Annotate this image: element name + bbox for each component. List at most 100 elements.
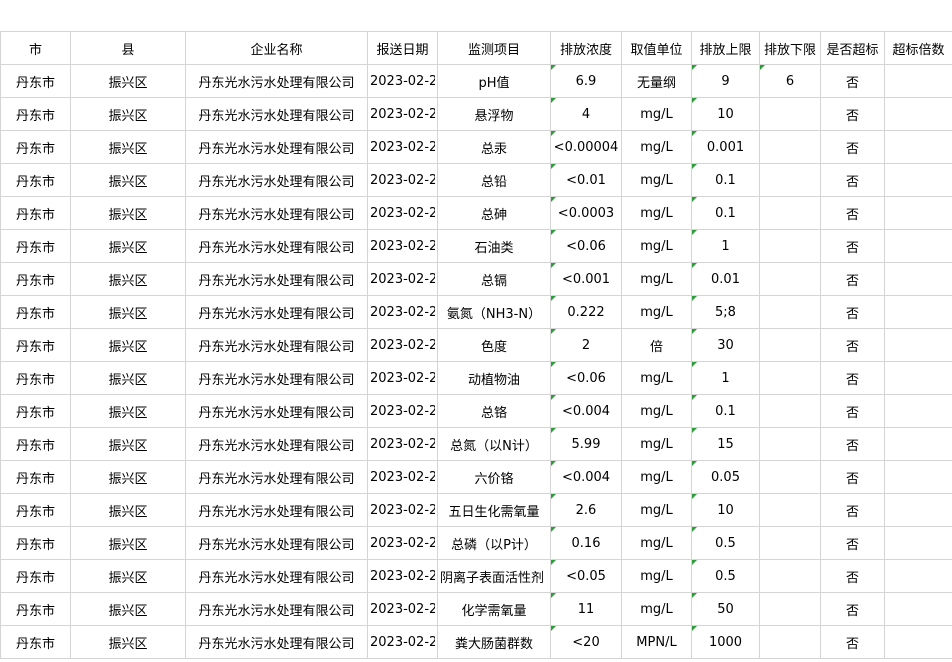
cell-exceed-ratio[interactable] (884, 130, 952, 164)
cell-county[interactable]: 振兴区 (70, 196, 186, 230)
cell-exceed-ratio[interactable] (884, 625, 952, 659)
cell-date[interactable]: 2023-02-21 (367, 229, 438, 263)
cell-unit[interactable]: mg/L (621, 394, 692, 428)
cell-upper-limit[interactable]: 0.1 (691, 163, 760, 197)
cell-exceed-ratio[interactable] (884, 163, 952, 197)
cell-concentration[interactable]: <20 (550, 625, 622, 659)
cell-date[interactable]: 2023-02-21 (367, 130, 438, 164)
cell-lower-limit[interactable]: 6 (759, 64, 821, 98)
cell-lower-limit[interactable] (759, 361, 821, 395)
cell-city[interactable]: 丹东市 (0, 295, 71, 329)
cell-date[interactable]: 2023-02-21 (367, 559, 438, 593)
header-cell-city[interactable]: 市 (0, 32, 71, 65)
cell-item[interactable]: 总氮（以N计） (437, 427, 551, 461)
cell-lower-limit[interactable] (759, 625, 821, 659)
cell-county[interactable]: 振兴区 (70, 559, 186, 593)
cell-lower-limit[interactable] (759, 97, 821, 131)
cell-company[interactable]: 丹东光水污水处理有限公司 (185, 427, 368, 461)
cell-exceeded[interactable]: 否 (820, 163, 885, 197)
cell-exceeded[interactable]: 否 (820, 625, 885, 659)
cell-lower-limit[interactable] (759, 526, 821, 560)
cell-upper-limit[interactable]: 5;8 (691, 295, 760, 329)
cell-company[interactable]: 丹东光水污水处理有限公司 (185, 460, 368, 494)
cell-upper-limit[interactable]: 30 (691, 328, 760, 362)
cell-company[interactable]: 丹东光水污水处理有限公司 (185, 625, 368, 659)
cell-city[interactable]: 丹东市 (0, 196, 71, 230)
cell-item[interactable]: 总砷 (437, 196, 551, 230)
cell-date[interactable]: 2023-02-21 (367, 460, 438, 494)
header-cell-upper-limit[interactable]: 排放上限 (691, 32, 760, 65)
cell-date[interactable]: 2023-02-21 (367, 262, 438, 296)
cell-unit[interactable]: mg/L (621, 493, 692, 527)
cell-date[interactable]: 2023-02-21 (367, 526, 438, 560)
cell-unit[interactable]: 无量纲 (621, 64, 692, 98)
cell-county[interactable]: 振兴区 (70, 592, 186, 626)
cell-lower-limit[interactable] (759, 493, 821, 527)
cell-county[interactable]: 振兴区 (70, 625, 186, 659)
cell-item[interactable]: 总磷（以P计） (437, 526, 551, 560)
cell-company[interactable]: 丹东光水污水处理有限公司 (185, 295, 368, 329)
cell-city[interactable]: 丹东市 (0, 262, 71, 296)
cell-county[interactable]: 振兴区 (70, 460, 186, 494)
cell-item[interactable]: 动植物油 (437, 361, 551, 395)
cell-concentration[interactable]: 6.9 (550, 64, 622, 98)
cell-county[interactable]: 振兴区 (70, 427, 186, 461)
cell-city[interactable]: 丹东市 (0, 328, 71, 362)
cell-upper-limit[interactable]: 10 (691, 493, 760, 527)
cell-date[interactable]: 2023-02-21 (367, 592, 438, 626)
cell-county[interactable]: 振兴区 (70, 394, 186, 428)
cell-upper-limit[interactable]: 10 (691, 97, 760, 131)
cell-upper-limit[interactable]: 0.5 (691, 526, 760, 560)
cell-county[interactable]: 振兴区 (70, 361, 186, 395)
cell-exceed-ratio[interactable] (884, 361, 952, 395)
cell-unit[interactable]: mg/L (621, 526, 692, 560)
cell-city[interactable]: 丹东市 (0, 592, 71, 626)
cell-exceeded[interactable]: 否 (820, 592, 885, 626)
cell-city[interactable]: 丹东市 (0, 361, 71, 395)
cell-company[interactable]: 丹东光水污水处理有限公司 (185, 64, 368, 98)
cell-company[interactable]: 丹东光水污水处理有限公司 (185, 163, 368, 197)
cell-company[interactable]: 丹东光水污水处理有限公司 (185, 328, 368, 362)
cell-exceeded[interactable]: 否 (820, 130, 885, 164)
cell-upper-limit[interactable]: 0.1 (691, 196, 760, 230)
cell-exceeded[interactable]: 否 (820, 493, 885, 527)
cell-exceeded[interactable]: 否 (820, 196, 885, 230)
cell-unit[interactable]: mg/L (621, 130, 692, 164)
cell-lower-limit[interactable] (759, 427, 821, 461)
cell-county[interactable]: 振兴区 (70, 262, 186, 296)
cell-company[interactable]: 丹东光水污水处理有限公司 (185, 97, 368, 131)
cell-concentration[interactable]: 0.222 (550, 295, 622, 329)
cell-company[interactable]: 丹东光水污水处理有限公司 (185, 361, 368, 395)
cell-company[interactable]: 丹东光水污水处理有限公司 (185, 493, 368, 527)
cell-county[interactable]: 振兴区 (70, 229, 186, 263)
cell-unit[interactable]: MPN/L (621, 625, 692, 659)
cell-concentration[interactable]: 0.16 (550, 526, 622, 560)
cell-exceeded[interactable]: 否 (820, 361, 885, 395)
cell-exceed-ratio[interactable] (884, 229, 952, 263)
header-cell-date[interactable]: 报送日期 (367, 32, 438, 65)
cell-city[interactable]: 丹东市 (0, 625, 71, 659)
cell-item[interactable]: pH值 (437, 64, 551, 98)
cell-unit[interactable]: mg/L (621, 559, 692, 593)
cell-city[interactable]: 丹东市 (0, 559, 71, 593)
cell-exceeded[interactable]: 否 (820, 427, 885, 461)
cell-county[interactable]: 振兴区 (70, 526, 186, 560)
cell-unit[interactable]: mg/L (621, 592, 692, 626)
cell-concentration[interactable]: 5.99 (550, 427, 622, 461)
cell-exceed-ratio[interactable] (884, 460, 952, 494)
cell-county[interactable]: 振兴区 (70, 493, 186, 527)
cell-lower-limit[interactable] (759, 592, 821, 626)
cell-unit[interactable]: mg/L (621, 427, 692, 461)
cell-company[interactable]: 丹东光水污水处理有限公司 (185, 559, 368, 593)
cell-concentration[interactable]: 2 (550, 328, 622, 362)
cell-lower-limit[interactable] (759, 295, 821, 329)
cell-upper-limit[interactable]: 50 (691, 592, 760, 626)
cell-concentration[interactable]: 11 (550, 592, 622, 626)
cell-upper-limit[interactable]: 0.001 (691, 130, 760, 164)
cell-concentration[interactable]: <0.004 (550, 460, 622, 494)
cell-item[interactable]: 化学需氧量 (437, 592, 551, 626)
cell-exceeded[interactable]: 否 (820, 229, 885, 263)
cell-exceed-ratio[interactable] (884, 295, 952, 329)
cell-unit[interactable]: mg/L (621, 361, 692, 395)
cell-upper-limit[interactable]: 15 (691, 427, 760, 461)
